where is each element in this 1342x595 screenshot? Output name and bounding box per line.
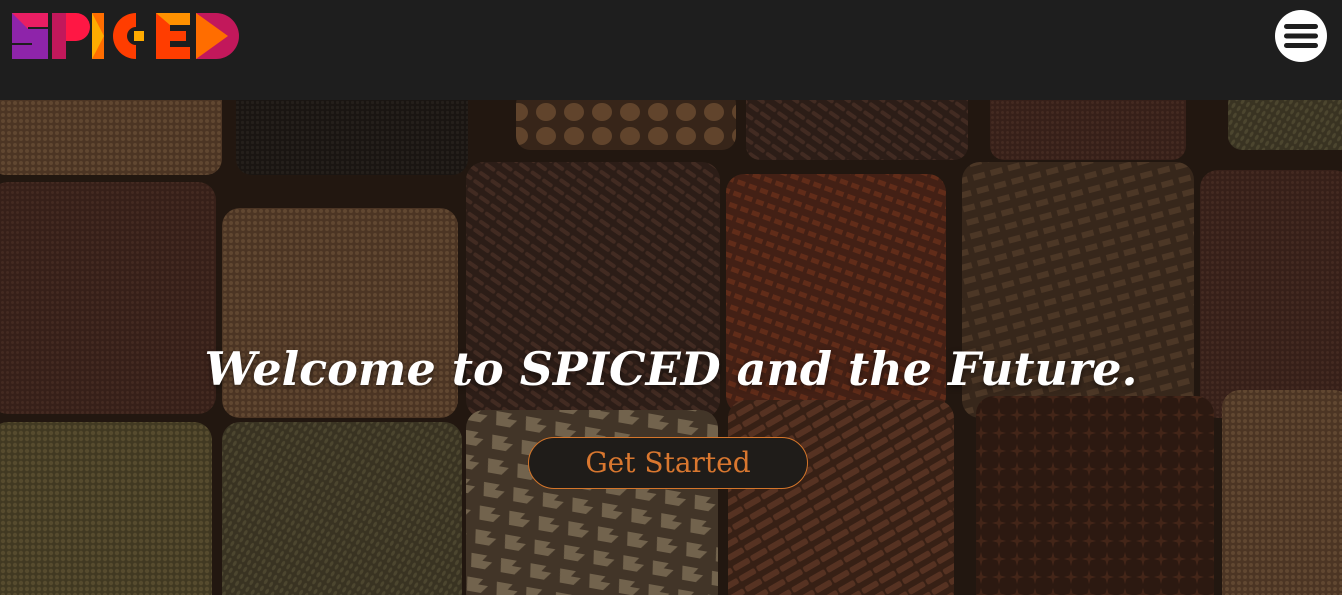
hero-title: Welcome to SPICED and the Future. — [204, 342, 1138, 396]
hero-section: Welcome to SPICED and the Future. Get St… — [0, 100, 1342, 595]
spiced-logo[interactable] — [10, 9, 266, 63]
top-navigation-bar — [0, 0, 1342, 100]
menu-button[interactable] — [1275, 10, 1327, 62]
hamburger-icon — [1284, 24, 1318, 48]
spiced-logo-icon — [12, 13, 239, 59]
get-started-button[interactable]: Get Started — [528, 437, 808, 489]
